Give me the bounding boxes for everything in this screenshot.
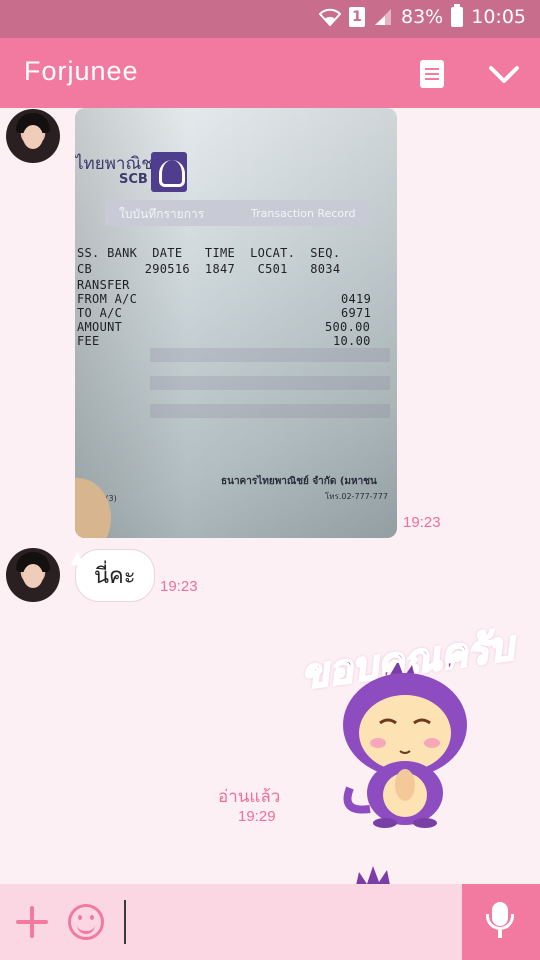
message-time: 19:23: [160, 578, 198, 595]
sticker-partial-icon: [356, 866, 390, 884]
sim-icon: 1: [349, 7, 365, 27]
receipt-footer: ธนาคารไทยพาณิชย์ จำกัด (มหาชน: [221, 476, 377, 487]
read-receipt: อ่านแล้ว: [218, 787, 281, 807]
note-icon[interactable]: [420, 60, 444, 88]
receipt-line-label: RANSFER: [77, 278, 130, 292]
emoji-icon[interactable]: [68, 904, 104, 940]
battery-icon: [451, 4, 464, 27]
receipt-band-thai: ใบบันทึกรายการ: [119, 207, 205, 221]
chat-area[interactable]: ไทยพาณิชย์ SCB ใบบันทึกรายการ Transactio…: [0, 108, 540, 884]
receipt-values: CB 290516 1847 C501 8034: [77, 262, 341, 276]
signal-icon: [375, 9, 391, 25]
scb-logo-icon: [151, 152, 187, 192]
receipt-bank-code: SCB: [119, 172, 148, 187]
mic-button[interactable]: [462, 884, 540, 960]
image-message[interactable]: ไทยพาณิชย์ SCB ใบบันทึกรายการ Transactio…: [75, 108, 397, 538]
clock: 10:05: [471, 6, 526, 28]
message-time: 19:29: [238, 808, 276, 825]
receipt-line-label: FEE: [77, 334, 100, 348]
plus-icon[interactable]: [16, 906, 48, 938]
chat-header: Forjunee: [0, 38, 540, 108]
receipt-line-value: 500.00: [325, 320, 371, 334]
receipt-line-value: 6971: [341, 306, 372, 320]
receipt-phone: โทร.02-777-777: [325, 492, 388, 501]
receipt-line-label: FROM A/C: [77, 292, 138, 306]
message-time: 19:23: [403, 514, 441, 531]
receipt-line-label: TO A/C: [77, 306, 123, 320]
status-bar: 1 83% 10:05: [0, 0, 540, 38]
receipt-line-label: AMOUNT: [77, 320, 123, 334]
receipt-band-english: Transaction Record: [251, 207, 356, 220]
receipt-line-value: 0419: [341, 292, 372, 306]
avatar[interactable]: [6, 109, 60, 163]
text-cursor: [124, 900, 126, 944]
wifi-icon: [319, 8, 341, 26]
message-input[interactable]: [130, 894, 450, 950]
input-bar: [0, 884, 540, 960]
avatar[interactable]: [6, 548, 60, 602]
text-message[interactable]: นี่คะ: [66, 549, 155, 602]
receipt-columns: SS. BANK DATE TIME LOCAT. SEQ.: [77, 246, 341, 260]
chevron-down-icon[interactable]: [488, 62, 520, 88]
battery-percent: 83%: [401, 6, 444, 28]
receipt-line-value: 10.00: [333, 334, 371, 348]
sticker-monkey-icon[interactable]: [330, 663, 480, 828]
message-text: นี่คะ: [94, 564, 136, 589]
receipt-watermark: [150, 348, 390, 418]
chat-title: Forjunee: [24, 56, 139, 86]
